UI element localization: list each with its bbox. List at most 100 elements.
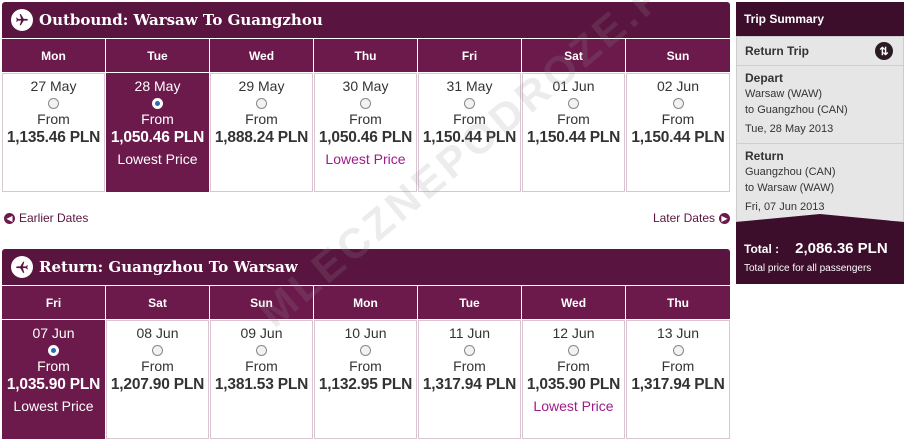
- day-header: Thu: [626, 286, 730, 319]
- depart-date: Tue, 28 May 2013: [745, 123, 834, 135]
- chevron-right-icon: ▶: [719, 212, 730, 224]
- fare-date: 09 Jun: [240, 325, 283, 341]
- airplane-icon: [11, 9, 33, 31]
- notch-decoration: [736, 214, 904, 222]
- return-to: to Warsaw (WAW): [745, 182, 835, 194]
- total-label: Total :: [744, 242, 780, 256]
- earlier-dates-label: Earlier Dates: [19, 211, 89, 225]
- day-header: Sat: [522, 39, 625, 72]
- fare-radio[interactable]: [152, 98, 163, 109]
- fare-from-label: From: [37, 358, 70, 374]
- fare-cell[interactable]: 28 May From 1,050.46 PLN Lowest Price: [106, 73, 209, 192]
- outbound-title: Outbound: Warsaw To Guangzhou: [39, 11, 323, 29]
- total-box: Total : 2,086.36 PLN Total price for all…: [736, 214, 904, 284]
- trip-type-label: Return Trip: [745, 44, 810, 58]
- fare-date: 01 Jun: [552, 78, 595, 94]
- fare-radio[interactable]: [672, 345, 684, 356]
- day-header: Mon: [314, 286, 417, 319]
- outbound-header: Outbound: Warsaw To Guangzhou: [2, 2, 730, 38]
- day-header: Fri: [418, 39, 521, 72]
- fare-cell[interactable]: 30 May From 1,050.46 PLN Lowest Price: [314, 73, 417, 192]
- fare-from-label: From: [349, 358, 382, 374]
- lowest-price-label: Lowest Price: [533, 398, 614, 414]
- return-fare-row: 07 Jun From 1,035.90 PLN Lowest Price 08 Jun…: [2, 320, 730, 440]
- fare-price: 1,381.53 PLN: [214, 376, 309, 393]
- fare-cell[interactable]: 07 Jun From 1,035.90 PLN Lowest Price: [2, 320, 105, 439]
- fare-cell[interactable]: 11 Jun From 1,317.94 PLN: [418, 320, 521, 439]
- fare-cell[interactable]: 09 Jun From 1,381.53 PLN: [210, 320, 313, 439]
- return-header: Return: Guangzhou To Warsaw: [2, 249, 730, 285]
- fare-from-label: From: [453, 358, 486, 374]
- fare-from-label: From: [141, 358, 174, 374]
- day-header: Tue: [106, 39, 209, 72]
- chevron-left-icon: ◀: [4, 212, 15, 224]
- day-header: Mon: [2, 39, 105, 72]
- fare-radio[interactable]: [256, 345, 267, 356]
- day-header: Fri: [2, 286, 105, 319]
- fare-from-label: From: [37, 111, 70, 127]
- day-header: Wed: [522, 286, 625, 319]
- fare-cell[interactable]: 10 Jun From 1,132.95 PLN: [314, 320, 417, 439]
- fare-price: 1,035.90 PLN: [526, 376, 621, 393]
- day-header: Sat: [106, 286, 209, 319]
- fare-price: 1,317.94 PLN: [631, 376, 725, 393]
- fare-price: 1,150.44 PLN: [526, 129, 621, 146]
- fare-radio[interactable]: [464, 345, 475, 356]
- trip-summary: Trip Summary Return Trip ⇅ Depart Warsaw…: [736, 2, 904, 309]
- fare-date: 07 Jun: [32, 325, 75, 341]
- fare-cell[interactable]: 27 May From 1,135.46 PLN: [2, 73, 105, 192]
- trip-type: Return Trip ⇅: [737, 37, 903, 66]
- depart-leg: Depart Warsaw (WAW) to Guangzhou (CAN) T…: [737, 66, 903, 144]
- fare-radio[interactable]: [360, 98, 371, 109]
- fare-price: 1,317.94 PLN: [422, 376, 517, 393]
- lowest-price-label: Lowest Price: [13, 398, 94, 414]
- fare-cell[interactable]: 08 Jun From 1,207.90 PLN: [106, 320, 209, 439]
- fare-radio[interactable]: [152, 345, 163, 356]
- day-header: Thu: [314, 39, 417, 72]
- fare-radio[interactable]: [48, 98, 59, 109]
- fare-date: 30 May: [342, 78, 389, 94]
- lowest-price-label: Lowest Price: [325, 151, 406, 167]
- outbound-day-row: Mon Tue Wed Thu Fri Sat Sun: [2, 39, 730, 73]
- day-header: Wed: [210, 39, 313, 72]
- return-from: Guangzhou (CAN): [745, 166, 836, 178]
- fare-date: 28 May: [134, 78, 181, 94]
- fare-date: 29 May: [238, 78, 285, 94]
- fare-cell[interactable]: 02 Jun From 1,150.44 PLN: [626, 73, 730, 192]
- fare-price: 1,207.90 PLN: [110, 376, 205, 393]
- fare-price: 1,135.46 PLN: [6, 129, 101, 146]
- swap-icon[interactable]: ⇅: [875, 42, 893, 60]
- later-dates-link[interactable]: Later Dates ▶: [653, 211, 730, 225]
- fare-cell[interactable]: 31 May From 1,150.44 PLN: [418, 73, 521, 192]
- fare-date: 02 Jun: [656, 78, 700, 94]
- fare-radio[interactable]: [672, 98, 684, 109]
- day-header: Tue: [418, 286, 521, 319]
- fare-from-label: From: [661, 111, 695, 127]
- fare-date: 13 Jun: [656, 325, 700, 341]
- fare-radio[interactable]: [360, 345, 371, 356]
- return-date: Fri, 07 Jun 2013: [745, 201, 825, 213]
- fare-price: 1,050.46 PLN: [318, 129, 413, 146]
- fare-cell[interactable]: 29 May From 1,888.24 PLN: [210, 73, 313, 192]
- return-leg: Return Guangzhou (CAN) to Warsaw (WAW) F…: [737, 144, 903, 221]
- earlier-dates-link[interactable]: ◀ Earlier Dates: [4, 211, 88, 225]
- fare-radio[interactable]: [48, 345, 59, 356]
- fare-price: 1,150.44 PLN: [631, 129, 725, 146]
- fare-from-label: From: [557, 111, 590, 127]
- fare-cell[interactable]: 13 Jun From 1,317.94 PLN: [626, 320, 730, 439]
- fare-date: 08 Jun: [136, 325, 179, 341]
- day-header: Sun: [210, 286, 313, 319]
- total-value: 2,086.36 PLN: [795, 240, 888, 257]
- return-day-row: Fri Sat Sun Mon Tue Wed Thu: [2, 286, 730, 320]
- fare-radio[interactable]: [464, 98, 475, 109]
- fare-radio[interactable]: [568, 345, 579, 356]
- fare-radio[interactable]: [568, 98, 579, 109]
- lowest-price-label: Lowest Price: [117, 151, 198, 167]
- fare-from-label: From: [661, 358, 695, 374]
- trip-summary-title: Trip Summary: [736, 2, 904, 36]
- fare-radio[interactable]: [256, 98, 267, 109]
- fare-from-label: From: [453, 111, 486, 127]
- fare-cell[interactable]: 01 Jun From 1,150.44 PLN: [522, 73, 625, 192]
- fare-date: 27 May: [30, 78, 77, 94]
- fare-cell[interactable]: 12 Jun From 1,035.90 PLN Lowest Price: [522, 320, 625, 439]
